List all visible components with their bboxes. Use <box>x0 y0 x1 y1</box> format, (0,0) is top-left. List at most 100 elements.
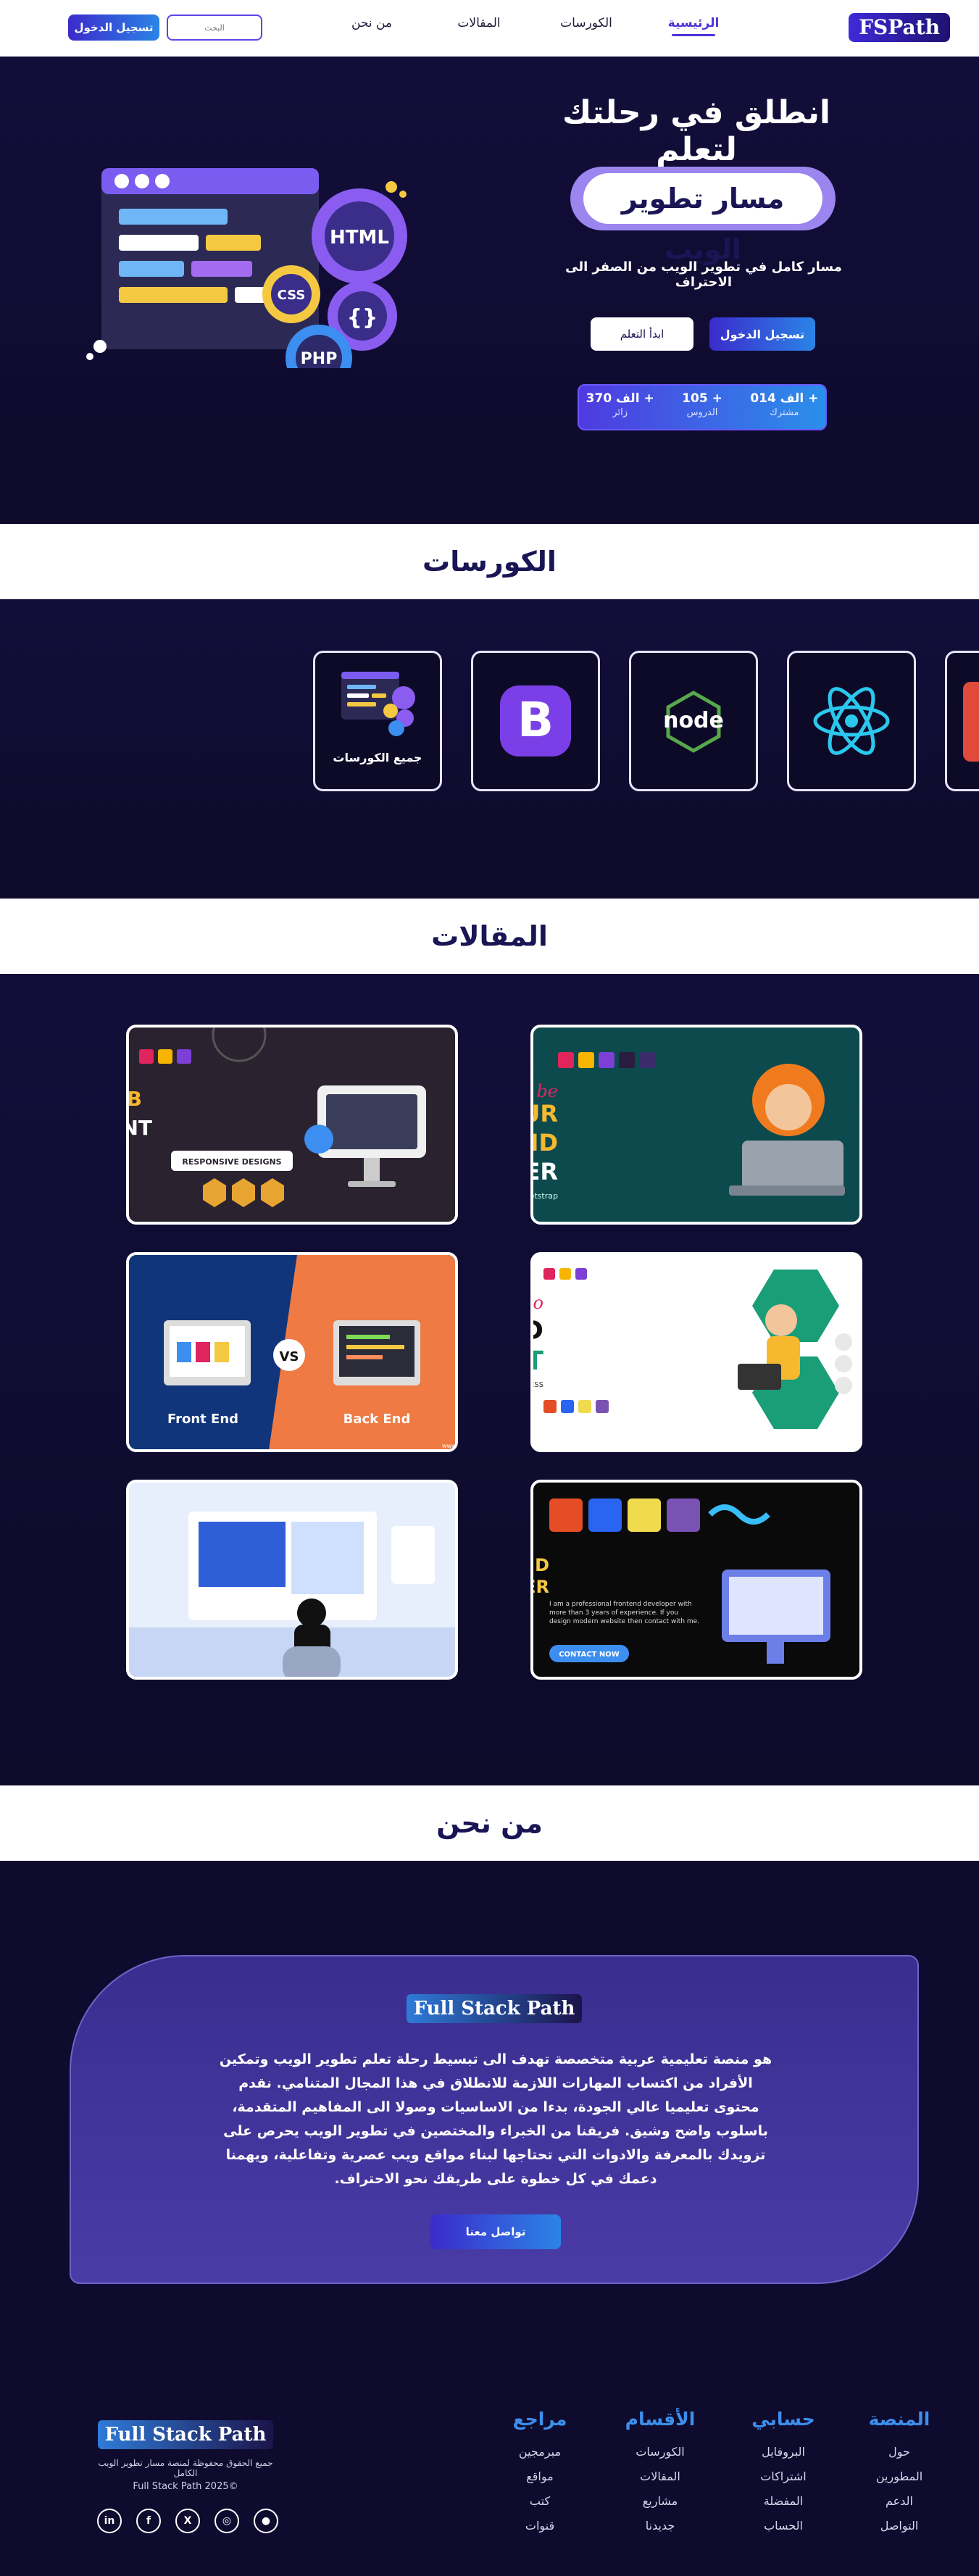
login-button[interactable]: تسجيل الدخول <box>68 14 159 41</box>
article-image: FRONT -END WEB DEVELOPER I am a professi… <box>530 1499 830 1664</box>
x-twitter-icon[interactable]: X <box>175 2509 200 2533</box>
hero-title: انطلق في رحلتك لتعلم <box>562 94 830 168</box>
search-input[interactable] <box>167 14 262 41</box>
svg-text:PHP: PHP <box>301 350 338 368</box>
course-card-partial[interactable] <box>945 651 979 791</box>
article-card-front-end-developer[interactable]: I'll be YOUR FRONT-END DEVELOPER HTML - … <box>530 1025 862 1225</box>
hero-pill-text: مسار تطوير الويب <box>583 173 822 265</box>
bootstrap-icon: B <box>500 685 571 756</box>
footer-link[interactable]: الكورسات <box>609 2440 711 2464</box>
footer-link[interactable]: المفضلة <box>733 2489 834 2514</box>
article-image <box>129 1483 455 1677</box>
facebook-icon[interactable]: f <box>136 2509 161 2533</box>
svg-text:CONTACT NOW: CONTACT NOW <box>559 1651 620 1659</box>
react-icon <box>813 687 890 755</box>
stat-visitors: 370 الف + زائر <box>586 391 654 418</box>
svg-text:I'll do: I'll do <box>530 1293 543 1313</box>
footer-col-sections: الأقسام الكورسات المقالات مشاريع جديدنا <box>609 2409 711 2538</box>
hero-subtitle: مسار كامل في تطوير الويب من الصفر الى ال… <box>565 259 842 290</box>
footer-link[interactable]: المطورين <box>849 2464 950 2489</box>
github-icon[interactable]: ● <box>254 2509 278 2533</box>
article-card-frontend-vs-backend[interactable]: VS Front End Back End www.yourwebsite.co… <box>126 1252 458 1452</box>
course-card-nodejs[interactable]: node <box>629 651 758 791</box>
footer-link[interactable]: المقالات <box>609 2464 711 2489</box>
css-gear-icon: CSS <box>262 265 320 323</box>
svg-text:FRONT -END: FRONT -END <box>530 1555 549 1575</box>
course-card-react[interactable] <box>787 651 916 791</box>
svg-text:{}: {} <box>347 305 378 330</box>
code-gears-icon <box>341 672 415 736</box>
svg-text:CSS: CSS <box>278 288 306 303</box>
svg-text:WEB DEVELOPER: WEB DEVELOPER <box>530 1577 549 1597</box>
course-card-bootstrap[interactable]: B <box>471 651 600 791</box>
footer-col-title: مراجع <box>512 2409 567 2430</box>
nav-link-home[interactable]: الرئيسية <box>640 16 747 36</box>
nav-link-courses[interactable]: الكورسات <box>533 16 640 30</box>
about-text: هو منصة تعليمية عربية متخصصة تهدف الى تب… <box>219 2051 772 2187</box>
svg-text:DEVELOPER: DEVELOPER <box>530 1158 558 1185</box>
courses-section: node B جميع الكورسات <box>0 600 979 899</box>
footer-col-title: المنصة <box>868 2409 930 2430</box>
hero-section: انطلق في رحلتك لتعلم مسار تطوير الويب مس… <box>0 57 979 524</box>
footer-link[interactable]: مشاريع <box>609 2489 711 2514</box>
html-gear-icon: HTML <box>312 188 407 284</box>
stats-box: 014 الف + مشترك 105 + الدروس 370 الف + زائر <box>578 384 827 430</box>
about-heading: من نحن <box>0 1785 979 1861</box>
all-courses-label: جميع الكورسات <box>333 751 422 764</box>
footer-link[interactable]: جديدنا <box>609 2514 711 2538</box>
footer-col-title: الأقسام <box>625 2409 696 2430</box>
svg-text:B: B <box>517 692 554 748</box>
footer-year: Full Stack Path 2025© <box>133 2481 238 2492</box>
nav-link-articles[interactable]: المقالات <box>425 16 533 30</box>
svg-text:Back End: Back End <box>343 1412 411 1427</box>
nodejs-icon: node <box>663 691 724 753</box>
brand-logo[interactable]: FSPath <box>849 13 950 42</box>
hero-login-button[interactable]: تسجيل الدخول <box>709 317 815 351</box>
footer-brand: Full Stack Path جميع الحقوق محفوظة لمنصة… <box>96 2420 275 2492</box>
nav-links: الرئيسية الكورسات المقالات من نحن <box>318 16 747 36</box>
footer-link[interactable]: قنوات <box>489 2514 591 2538</box>
footer-link[interactable]: البروفايل <box>733 2440 834 2464</box>
social-links: in f X ◎ ● <box>97 2509 278 2533</box>
svg-text:HTML - CSS - JavaScript - Boot: HTML - CSS - JavaScript - Bootstrap <box>530 1191 558 1201</box>
svg-text:HTML - CSS - JavaScript - Boot: HTML - CSS - JavaScript - Bootstrap - Ta… <box>530 1381 543 1389</box>
svg-text:node: node <box>663 708 724 733</box>
footer-link[interactable]: مواقع <box>489 2464 591 2489</box>
courses-heading: الكورسات <box>0 524 979 599</box>
footer-link[interactable]: كتب <box>489 2489 591 2514</box>
footer-link[interactable]: حول <box>849 2440 950 2464</box>
svg-text:www.yourwebsite.com: www.yourwebsite.com <box>442 1443 455 1449</box>
svg-text:Front End: Front End <box>167 1412 238 1427</box>
footer-link[interactable]: اشتراكات <box>733 2464 834 2489</box>
footer-link[interactable]: مبرمجين <box>489 2440 591 2464</box>
article-card-front-end-development[interactable]: I'll do FRONT-END DEVELOPMENT HTML - CSS… <box>530 1252 862 1452</box>
article-card-front-end-web-development[interactable]: FRONT-END WEB DEVELOPMENT RESPONSIVE DES… <box>126 1025 458 1225</box>
svg-text:FRONT-END WEB: FRONT-END WEB <box>126 1087 142 1111</box>
article-image: VS Front End Back End www.yourwebsite.co… <box>164 1255 455 1449</box>
linkedin-icon[interactable]: in <box>97 2509 122 2533</box>
contact-us-button[interactable]: تواصل معنا <box>430 2214 561 2249</box>
footer-link[interactable]: الحساب <box>733 2514 834 2538</box>
course-card-all[interactable]: جميع الكورسات <box>313 651 442 791</box>
footer-col-title: حسابي <box>751 2409 815 2430</box>
articles-section: I'll be YOUR FRONT-END DEVELOPER HTML - … <box>0 974 979 1785</box>
nav-link-about[interactable]: من نحن <box>318 16 425 30</box>
start-learning-button[interactable]: ابدأ التعلم <box>591 317 693 351</box>
instagram-icon[interactable]: ◎ <box>214 2509 239 2533</box>
footer-col-account: حسابي البروفايل اشتراكات المفضلة الحساب <box>733 2409 834 2538</box>
svg-text:FRONT-END: FRONT-END <box>530 1316 543 1346</box>
footer-link[interactable]: التواصل <box>849 2514 950 2538</box>
article-image: I'll be YOUR FRONT-END DEVELOPER HTML - … <box>530 1052 845 1201</box>
svg-text:RESPONSIVE DESIGNS: RESPONSIVE DESIGNS <box>182 1157 281 1167</box>
footer-link[interactable]: الدعم <box>849 2489 950 2514</box>
article-card-front-end-web-developer[interactable]: FRONT -END WEB DEVELOPER I am a professi… <box>530 1480 862 1680</box>
footer-logo[interactable]: Full Stack Path <box>97 2420 274 2449</box>
stat-subscribers: 014 الف + مشترك <box>750 391 819 418</box>
about-section: Full Stack Path هو منصة تعليمية عربية مت… <box>0 1861 979 2358</box>
article-card-workspace-illustration[interactable] <box>126 1480 458 1680</box>
navbar: FSPath الرئيسية الكورسات المقالات من نحن… <box>0 0 979 57</box>
article-image: I'll do FRONT-END DEVELOPMENT HTML - CSS… <box>530 1268 852 1429</box>
footer: المنصة حول المطورين الدعم التواصل حسابي … <box>0 2358 979 2576</box>
svg-text:DEVELOPMENT: DEVELOPMENT <box>530 1346 543 1376</box>
svg-text:YOUR: YOUR <box>530 1100 558 1127</box>
